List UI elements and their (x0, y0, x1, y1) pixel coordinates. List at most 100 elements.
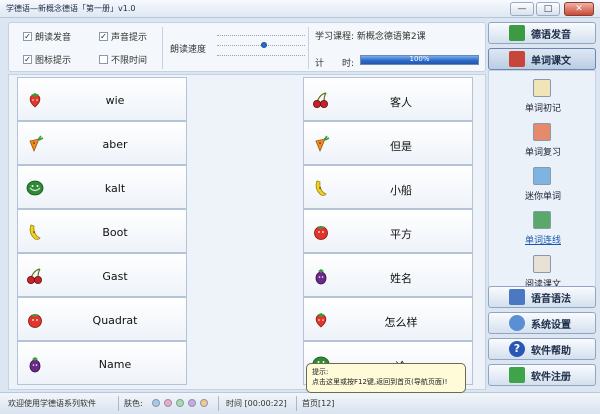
sub-nav-item[interactable]: 单词复习 (489, 123, 597, 163)
chinese-word-card[interactable]: 但是 (303, 121, 473, 165)
sub-nav-item[interactable]: 单词连线 (489, 211, 597, 251)
german-word-card[interactable]: aber (17, 121, 187, 165)
skin-swatch[interactable] (188, 399, 196, 407)
tooltip-title: 提示: (312, 368, 329, 376)
chinese-word-text: 怎么样 (384, 316, 418, 329)
maximize-button[interactable]: □ (536, 2, 560, 16)
divider (296, 396, 297, 411)
tomato-icon (312, 223, 330, 241)
chinese-word-text: 小船 (390, 184, 412, 197)
progress-text: 100% (409, 55, 430, 63)
word-text-button[interactable]: 单词课文 (488, 48, 596, 70)
grammar-icon (509, 289, 525, 305)
german-word-text: wie (105, 94, 125, 107)
banana-icon (312, 179, 330, 197)
slider-dots (217, 55, 305, 56)
sub-nav-label: 迷你单词 (524, 192, 561, 202)
read-aloud-checkbox[interactable]: ✓ 朗读发音 (23, 30, 71, 43)
speed-label: 朗读速度 (170, 45, 207, 55)
sound-hint-checkbox[interactable]: ✓ 声音提示 (99, 30, 147, 43)
gear-icon (509, 315, 525, 331)
german-word-card[interactable]: Name (17, 341, 187, 385)
cherry-icon (26, 267, 44, 285)
strawberry-icon (26, 91, 44, 109)
german-word-text: kalt (104, 182, 126, 195)
german-word-text: aber (102, 138, 128, 151)
german-word-text: Name (98, 358, 132, 371)
read-aloud-label: 朗读发音 (35, 33, 72, 43)
question-icon: ? (509, 341, 525, 357)
chinese-word-card[interactable]: 小船 (303, 165, 473, 209)
timer-label: 计 时: (315, 59, 355, 69)
slider-thumb[interactable] (261, 42, 267, 48)
close-button[interactable]: ✕ (564, 2, 594, 16)
carrot-icon (312, 135, 330, 153)
skin-swatch[interactable] (176, 399, 184, 407)
sub-nav-item[interactable]: 迷你单词 (489, 167, 597, 207)
no-time-limit-label: 不限时间 (111, 56, 148, 66)
skin-swatch[interactable] (200, 399, 208, 407)
tomato-icon (26, 311, 44, 329)
german-word-text: Boot (102, 226, 128, 239)
checkbox-box: ✓ (23, 32, 32, 41)
open-book-icon (533, 255, 551, 273)
options-panel: ✓ 朗读发音 ✓ 声音提示 ✓ 图标提示 不限时间 朗读速度 学习课程: 新概念… (8, 22, 486, 72)
german-word-card[interactable]: Quadrat (17, 297, 187, 341)
sound-hint-label: 声音提示 (111, 33, 148, 43)
monitor-icon (533, 167, 551, 185)
german-word-card[interactable]: wie (17, 77, 187, 121)
chinese-word-card[interactable]: 平方 (303, 209, 473, 253)
watermelon-icon (26, 179, 44, 197)
tooltip-text: 点击这里或按F12键,返回到首页(导航页面)! (312, 378, 448, 386)
cherry-icon (312, 91, 330, 109)
skin-swatch[interactable] (164, 399, 172, 407)
german-word-card[interactable]: Boot (17, 209, 187, 253)
word-text-label: 单词课文 (531, 55, 571, 67)
register-icon (509, 367, 525, 383)
books-icon (533, 123, 551, 141)
checkbox-box: ✓ (23, 55, 32, 64)
strawberry-icon (312, 311, 330, 329)
german-word-card[interactable]: Gast (17, 253, 187, 297)
register-button[interactable]: 软件注册 (488, 364, 596, 386)
chinese-word-text: 客人 (390, 96, 412, 109)
no-time-limit-checkbox[interactable]: 不限时间 (99, 53, 147, 66)
divider (118, 396, 119, 411)
welcome-text: 欢迎使用学德语系列软件 (8, 399, 96, 408)
chinese-word-card[interactable]: 怎么样 (303, 297, 473, 341)
grammar-button[interactable]: 语音语法 (488, 286, 596, 308)
divider (308, 27, 309, 69)
settings-button[interactable]: 系统设置 (488, 312, 596, 334)
sub-navigation: 单词初记 单词复习 迷你单词 单词连线 阅读课文 (488, 70, 596, 294)
divider (218, 396, 219, 411)
chinese-word-text: 姓名 (390, 272, 412, 285)
chinese-word-card[interactable]: 姓名 (303, 253, 473, 297)
speed-slider[interactable] (217, 31, 305, 61)
help-button[interactable]: ? 软件帮助 (488, 338, 596, 360)
slider-dots (217, 35, 305, 36)
minimize-button[interactable]: — (510, 2, 534, 16)
divider (162, 27, 163, 69)
checkbox-box: ✓ (99, 32, 108, 41)
chinese-word-card[interactable]: 客人 (303, 77, 473, 121)
chinese-word-text: 平方 (390, 228, 412, 241)
book-icon (509, 51, 525, 67)
timer-progress: 100% (360, 55, 479, 65)
grammar-label: 语音语法 (531, 293, 571, 305)
help-label: 软件帮助 (531, 345, 571, 357)
german-pron-button[interactable]: 德语发音 (488, 22, 596, 44)
register-label: 软件注册 (531, 371, 571, 383)
side-navigation: 德语发音 单词课文 单词初记 单词复习 迷你单词 单词连线 阅读课文 语音语法 系统设置… (488, 20, 596, 390)
tooltip: 提示: 点击这里或按F12键,返回到首页(导航页面)! (306, 363, 466, 393)
title-bar: 学德语—新概念德语「第一册」v1.0 — □ ✕ (0, 0, 600, 18)
page-indicator[interactable]: 首页[12] (302, 398, 334, 409)
german-pron-label: 德语发音 (531, 29, 571, 41)
icon-hint-checkbox[interactable]: ✓ 图标提示 (23, 53, 71, 66)
sub-nav-item[interactable]: 单词初记 (489, 79, 597, 119)
german-word-text: Quadrat (92, 314, 138, 327)
icon-hint-label: 图标提示 (35, 56, 72, 66)
german-word-card[interactable]: kalt (17, 165, 187, 209)
course-label: 学习课程: 新概念德语第2课 (315, 32, 426, 42)
skin-swatch[interactable] (152, 399, 160, 407)
eggplant-icon (26, 355, 44, 373)
